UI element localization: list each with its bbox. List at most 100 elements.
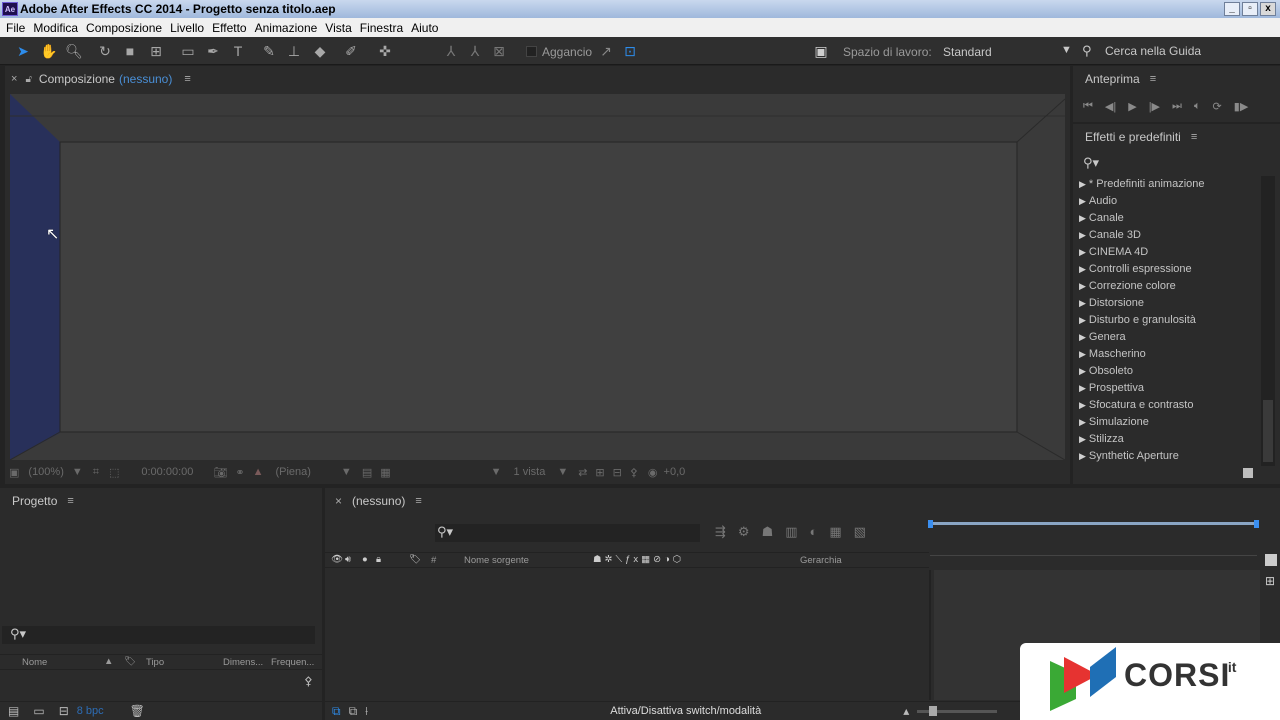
close-icon[interactable]: × — [11, 73, 17, 85]
work-area-end-handle[interactable] — [1254, 520, 1259, 528]
camera-tool-icon[interactable]: ■ — [121, 42, 139, 60]
composition-mini-flowchart-icon[interactable]: ⇶ — [715, 524, 726, 540]
composition-tab-sub[interactable]: (nessuno) — [119, 72, 172, 86]
fast-previews-icon[interactable]: ▤ — [362, 466, 372, 479]
hide-shy-layers-icon[interactable]: ☗ — [762, 524, 774, 540]
render-3d-icon[interactable]: ⊞ — [595, 466, 604, 479]
menu-animazione[interactable]: Animazione — [251, 21, 322, 35]
audio-icon[interactable]: 🔈︎ — [1194, 100, 1201, 113]
list-item[interactable]: ▶ Canale 3D — [1075, 227, 1261, 244]
interpret-footage-icon[interactable]: ▤ — [8, 704, 19, 718]
rectangle-tool-icon[interactable]: ▭ — [179, 42, 197, 60]
draft-3d-icon[interactable]: ⚙ — [738, 524, 750, 540]
panel-menu-icon[interactable]: ≡ — [67, 495, 73, 507]
resolution-chevron-down-icon[interactable]: ▼ — [341, 466, 352, 478]
type-tool-icon[interactable]: T — [229, 42, 247, 60]
column-name[interactable]: Nome — [22, 657, 47, 668]
column-type[interactable]: Tipo — [146, 657, 164, 668]
workspace-icon[interactable]: ▣ — [812, 42, 830, 60]
list-item[interactable]: ▶ * Predefiniti animazione — [1075, 176, 1261, 193]
resolution-select[interactable]: (Piena) — [275, 466, 310, 478]
play-icon[interactable]: ▶ — [1128, 100, 1136, 113]
project-search-input[interactable]: ⚲▾ — [2, 626, 315, 644]
composition-viewer[interactable]: ↖ — [10, 94, 1065, 460]
effects-scrollbar[interactable] — [1261, 176, 1275, 466]
hand-tool-icon[interactable]: ✋ — [40, 42, 58, 60]
list-item[interactable]: ▶ Simulazione — [1075, 414, 1261, 431]
effects-title[interactable]: Effetti e predefiniti — [1085, 130, 1181, 144]
clone-stamp-tool-icon[interactable]: ⊥ — [285, 42, 303, 60]
graph-editor-icon[interactable]: ▦ — [829, 524, 841, 540]
menu-file[interactable]: File — [2, 21, 29, 35]
brush-tool-icon[interactable]: ✎ — [260, 42, 278, 60]
snap-edges-icon[interactable]: ↗ — [597, 42, 615, 60]
exposure-reset-icon[interactable]: ◉ — [648, 466, 658, 479]
help-search-input[interactable]: Cerca nella Guida — [1105, 44, 1201, 58]
menu-effetto[interactable]: Effetto — [208, 21, 250, 35]
last-frame-icon[interactable]: ⏭ — [1172, 100, 1182, 113]
comp-button-icon[interactable]: ⊞ — [1265, 574, 1275, 588]
grid-icon[interactable]: ⌗ — [93, 466, 99, 479]
column-frequency[interactable]: Frequen... — [271, 657, 314, 668]
zoom-chevron-down-icon[interactable]: ▼ — [72, 466, 83, 478]
snap-checkbox[interactable] — [526, 46, 537, 57]
new-composition-icon[interactable]: ⊟ — [59, 704, 69, 718]
camera-chevron-down-icon[interactable]: ▼ — [491, 466, 502, 478]
column-parent[interactable]: Gerarchia — [800, 555, 842, 566]
list-item[interactable]: ▶ Stilizza — [1075, 431, 1261, 448]
solo-icon[interactable]: ● — [362, 554, 368, 565]
menu-vista[interactable]: Vista — [321, 21, 355, 35]
loop-icon[interactable]: ⟳ — [1213, 100, 1222, 113]
pen-tool-icon[interactable]: ✒ — [204, 42, 222, 60]
lock-icon[interactable]: 🔒︎ — [376, 554, 381, 565]
flowchart-icon[interactable]: ⚴ — [304, 674, 313, 688]
list-item[interactable]: ▶ Audio — [1075, 193, 1261, 210]
views-select[interactable]: 1 vista — [514, 466, 546, 478]
new-folder-icon[interactable] — [1243, 468, 1253, 478]
toggle-pixel-aspect-icon[interactable]: ⇄ — [578, 466, 587, 479]
panel-menu-icon[interactable]: ≡ — [1191, 131, 1197, 143]
show-snapshot-icon[interactable]: ⚭ — [235, 466, 244, 479]
puppet-pin-tool-icon[interactable]: ✜ — [376, 42, 394, 60]
menu-modifica[interactable]: Modifica — [29, 21, 82, 35]
audio-icon[interactable]: 🔊︎ — [345, 554, 351, 565]
timeline-search-input[interactable]: ⚲▾ — [435, 524, 700, 542]
menu-aiuto[interactable]: Aiuto — [407, 21, 442, 35]
first-frame-icon[interactable]: ⏮ — [1083, 100, 1093, 113]
pan-behind-tool-icon[interactable]: ⊞ — [147, 42, 165, 60]
lock-icon[interactable]: 🔓︎ — [25, 74, 31, 85]
frame-blending-icon[interactable]: ▥ — [785, 524, 797, 540]
zoom-select[interactable]: (100%) — [28, 466, 63, 478]
list-item[interactable]: ▶ Sfocatura e contrasto — [1075, 397, 1261, 414]
trash-icon[interactable]: 🗑︎ — [130, 704, 145, 718]
views-chevron-down-icon[interactable]: ▼ — [557, 466, 568, 478]
new-folder-icon[interactable]: ▭ — [33, 704, 44, 718]
list-item[interactable]: ▶ Genera — [1075, 329, 1261, 346]
timeline-tab-label[interactable]: (nessuno) — [352, 494, 405, 508]
mask-visibility-icon[interactable]: ⬚ — [109, 466, 119, 479]
exposure-value[interactable]: +0,0 — [664, 466, 686, 478]
column-number[interactable]: # — [431, 555, 436, 566]
selection-tool-icon[interactable]: ➤ — [14, 42, 32, 60]
menu-composizione[interactable]: Composizione — [82, 21, 166, 35]
eraser-tool-icon[interactable]: ◆ — [311, 42, 329, 60]
time-ruler[interactable] — [930, 528, 1257, 556]
list-item[interactable]: ▶ Disturbo e granulosità — [1075, 312, 1261, 329]
effects-search-input[interactable]: ⚲▾ — [1073, 150, 1280, 176]
work-area-bar[interactable] — [930, 522, 1257, 525]
current-time[interactable]: 0:00:00:00 — [141, 466, 193, 478]
close-icon[interactable]: × — [335, 494, 342, 508]
column-source-name[interactable]: Nome sorgente — [464, 555, 529, 566]
menu-finestra[interactable]: Finestra — [356, 21, 407, 35]
label-tag-icon[interactable]: 🏷︎ — [124, 656, 136, 667]
world-axis-icon[interactable]: ⅄ — [466, 42, 484, 60]
list-item[interactable]: ▶ Canale — [1075, 210, 1261, 227]
timeline-link-icon[interactable]: ⊟ — [613, 466, 622, 479]
column-dimensions[interactable]: Dimens... — [223, 657, 263, 668]
restore-button[interactable]: ▫ — [1242, 2, 1258, 16]
zoom-tool-icon[interactable]: 🔍︎ — [65, 42, 83, 60]
zoom-in-icon[interactable] — [1265, 554, 1277, 566]
workspace-select[interactable]: Standard — [943, 45, 992, 59]
panel-menu-icon[interactable]: ≡ — [1150, 73, 1156, 85]
snapshot-icon[interactable]: 📷︎ — [213, 466, 227, 479]
